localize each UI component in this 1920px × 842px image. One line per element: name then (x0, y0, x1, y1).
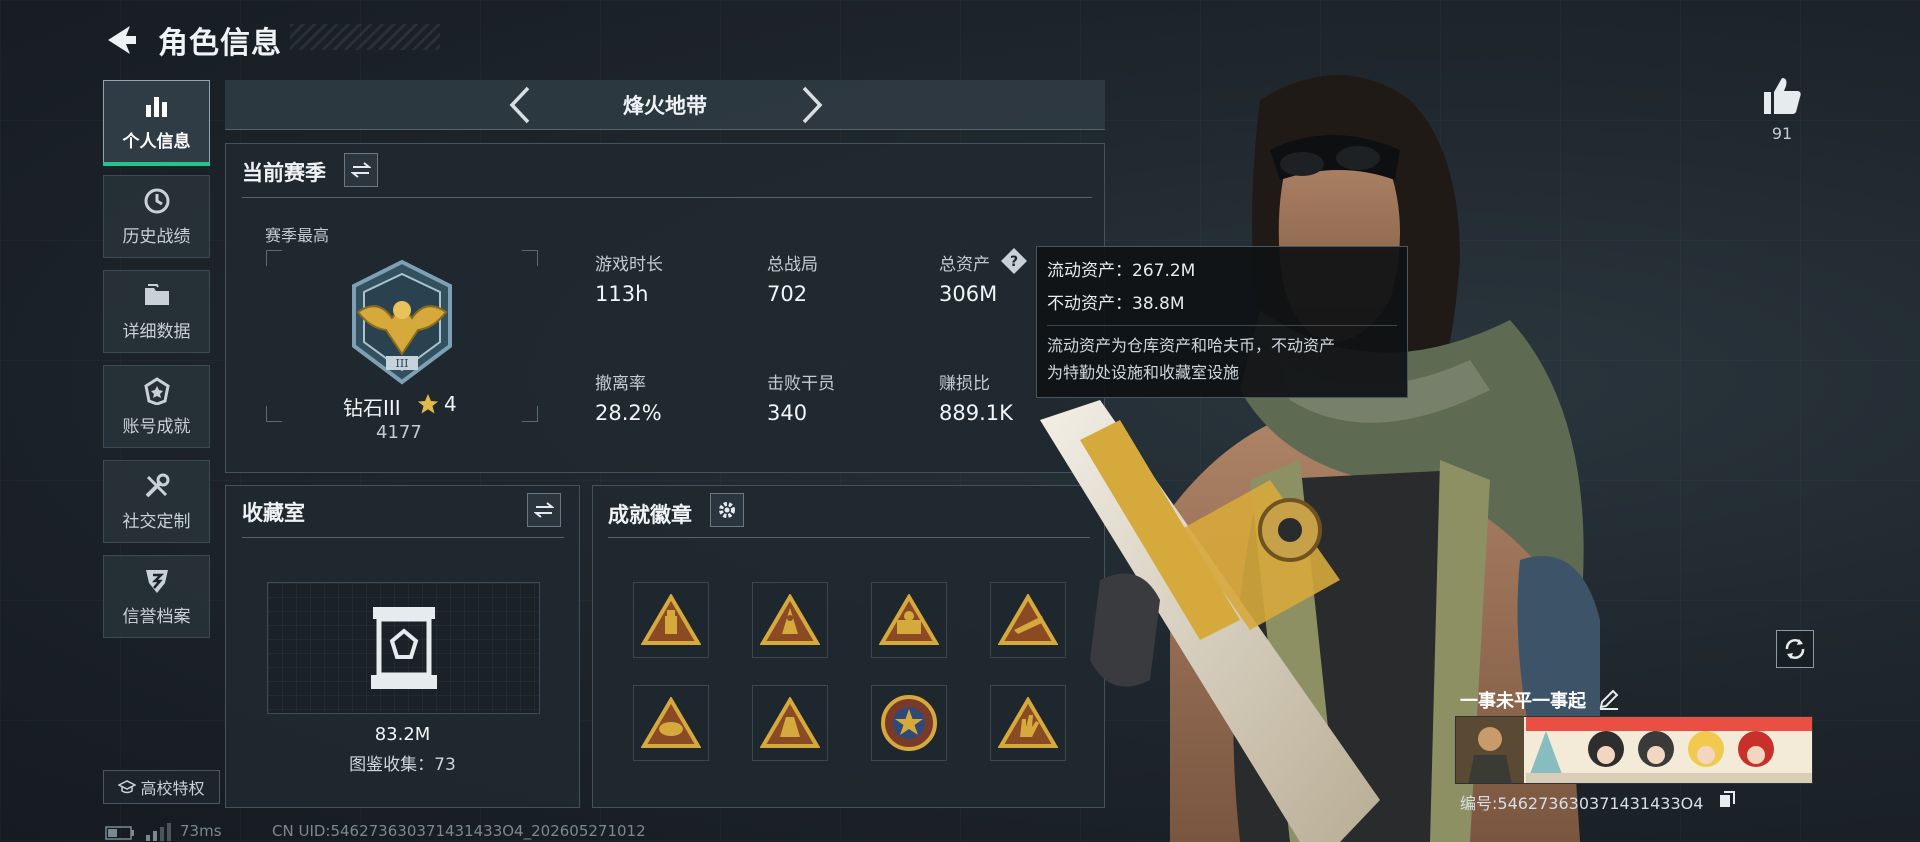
achievement-badge[interactable] (752, 685, 828, 761)
back-arrow-icon[interactable] (100, 20, 140, 60)
mode-title: 烽火地带 (623, 94, 707, 118)
page-title: 角色信息 (158, 26, 282, 61)
collection-panel-title: 收藏室 (242, 501, 305, 525)
nav-item-social-customize[interactable]: 社交定制 (103, 460, 210, 543)
svg-text:III: III (395, 357, 408, 370)
nav-item-credit-record[interactable]: 信誉档案 (103, 555, 210, 638)
stat-value-extract-rate: 28.2% (595, 401, 662, 425)
shield-icon (142, 566, 172, 596)
battery-icon (105, 826, 134, 840)
swap-icon (534, 502, 554, 518)
badge-2-icon (760, 594, 820, 645)
stat-label-profit-ratio: 赚损比 (939, 374, 990, 394)
badge-1-icon (641, 594, 701, 645)
achievement-badge[interactable] (633, 685, 709, 761)
nav-label: 个人信息 (122, 132, 191, 152)
collection-switch-button[interactable] (527, 493, 561, 527)
tooltip-fixed-assets: 不动资产：38.8M (1047, 294, 1185, 314)
banner-artwork (1456, 717, 1812, 783)
like-count: 91 (1771, 124, 1793, 143)
history-icon (142, 186, 172, 216)
frame-corner (266, 250, 282, 266)
divider (242, 537, 564, 538)
stat-value-total-assets: 306M (939, 282, 998, 306)
nav-label: 账号成就 (122, 417, 191, 437)
folder-icon (142, 281, 172, 311)
nav-label: 社交定制 (122, 512, 191, 532)
player-id: 编号:546273630371431433O4 (1460, 794, 1704, 813)
ping-readout: 73ms (180, 822, 222, 840)
stat-value-kills: 340 (767, 401, 808, 425)
badge-5-icon (641, 697, 701, 748)
assets-tooltip: 流动资产：267.2M 不动资产：38.8M 流动资产为仓库资产和哈夫币，不动资… (1036, 246, 1408, 398)
nav-item-detailed-data[interactable]: 详细数据 (103, 270, 210, 353)
tooltip-divider (1047, 325, 1397, 326)
nav-item-history[interactable]: 历史战绩 (103, 175, 210, 258)
season-best-label: 赛季最高 (265, 226, 330, 245)
nav-label: 详细数据 (122, 322, 191, 342)
badge-7-icon (881, 695, 937, 751)
achievement-badge[interactable] (871, 685, 947, 761)
divider (242, 197, 1092, 198)
divider (608, 537, 1090, 538)
nav-item-personal-info[interactable]: 个人信息 (103, 80, 210, 166)
achievement-badge[interactable] (633, 582, 709, 658)
stat-label-extract-rate: 撤离率 (595, 374, 646, 394)
collection-value: 83.2M (374, 724, 431, 745)
frame-corner (522, 250, 538, 266)
rank-score: 4177 (376, 422, 422, 443)
stat-label-matches: 总战局 (767, 255, 818, 275)
stat-label-total-assets: 总资产 (939, 255, 990, 275)
badge-3-icon (879, 594, 939, 645)
stat-label-kills: 击败干员 (767, 374, 835, 394)
badges-panel-title: 成就徽章 (608, 503, 692, 527)
rank-stars: 4 (444, 392, 457, 416)
badge-6-icon (760, 697, 820, 748)
collection-preview[interactable] (267, 582, 540, 714)
stat-value-matches: 702 (767, 282, 808, 306)
nav-label: 历史战绩 (122, 227, 191, 247)
star-icon (418, 394, 438, 414)
rank-name: 钻石III (343, 396, 401, 420)
title-decoration (290, 24, 440, 50)
tooltip-liquid-assets: 流动资产：267.2M (1047, 261, 1196, 281)
player-name: 一事未平一事起 (1460, 691, 1586, 712)
swap-icon (351, 162, 371, 178)
achievement-badge[interactable] (752, 582, 828, 658)
copy-icon[interactable] (1718, 790, 1736, 808)
graduation-cap-icon (118, 780, 137, 794)
display-case-icon (371, 607, 437, 689)
gear-icon (719, 502, 735, 518)
campus-privilege-button[interactable]: 高校特权 (103, 770, 220, 804)
nav-item-achievements[interactable]: 账号成就 (103, 365, 210, 448)
stat-value-profit-ratio: 889.1K (939, 401, 1013, 425)
tooltip-description-line-2: 为特勤处设施和收藏室设施 (1047, 363, 1240, 382)
collection-catalog: 图鉴收集：73 (349, 755, 456, 775)
signal-icon (146, 823, 171, 841)
player-banner[interactable] (1455, 716, 1813, 784)
edit-pencil-icon[interactable] (1598, 688, 1620, 710)
frame-corner (522, 406, 538, 422)
frame-corner (266, 406, 282, 422)
refresh-button[interactable] (1776, 630, 1814, 668)
badges-settings-button[interactable] (710, 493, 744, 527)
svg-text:?: ? (1010, 254, 1018, 270)
season-panel-title: 当前赛季 (242, 161, 326, 185)
season-switch-button[interactable] (344, 153, 378, 187)
bar-chart-icon (142, 91, 172, 121)
next-mode-arrow-icon[interactable] (792, 84, 832, 126)
tooltip-description-line-1: 流动资产为仓库资产和哈夫币，不动资产 (1047, 336, 1336, 355)
rank-emblem-icon: III (352, 259, 452, 385)
campus-privilege-label: 高校特权 (140, 779, 205, 798)
thumbs-up-icon[interactable] (1760, 74, 1804, 118)
stat-value-playtime: 113h (595, 282, 649, 306)
stat-label-playtime: 游戏时长 (595, 255, 663, 275)
refresh-icon (1785, 639, 1805, 659)
uid-readout: CN UID:546273630371431433O4_202605271012 (272, 822, 646, 840)
help-icon[interactable]: ? (1000, 247, 1028, 275)
nav-label: 信誉档案 (122, 607, 191, 627)
tools-icon (142, 471, 172, 501)
achievement-badge[interactable] (871, 582, 947, 658)
achievement-icon (142, 376, 172, 406)
